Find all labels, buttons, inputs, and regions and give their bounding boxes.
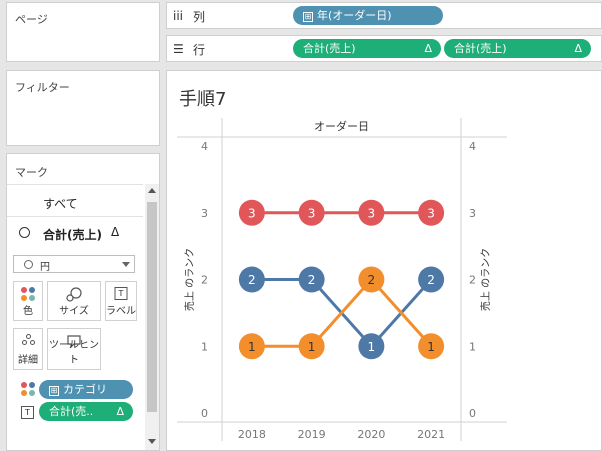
x-tick-label: 2018: [238, 428, 266, 441]
category-color-pill[interactable]: ⊞ カテゴリ: [39, 380, 133, 399]
scroll-down-icon[interactable]: [148, 439, 156, 444]
category-pill-label: カテゴリ: [63, 383, 107, 396]
marks-measure-tab[interactable]: 合計(売上) Δ: [7, 216, 143, 248]
radio-icon[interactable]: [19, 227, 30, 238]
marks-panel[interactable]: マーク すべて 合計(売上) Δ 円 色 サイズ T ラベル 詳細 ツールヒント…: [6, 153, 160, 451]
pages-panel[interactable]: ページ: [6, 2, 160, 62]
rank-data-label: 3: [308, 206, 316, 220]
y-tick-right: 4: [469, 140, 476, 153]
rows-label: 行: [193, 43, 206, 57]
marks-scrollbar[interactable]: [145, 184, 159, 450]
y-tick-right: 2: [469, 274, 476, 287]
rows-icon: ☰: [173, 42, 184, 56]
column-header-label: オーダー日: [314, 119, 369, 133]
mark-type-dropdown[interactable]: 円: [13, 255, 135, 273]
rank-data-label: 1: [248, 340, 256, 354]
scrollbar-thumb[interactable]: [147, 202, 157, 412]
color-dots-icon: [21, 287, 35, 301]
y-tick-right: 1: [469, 340, 476, 353]
text-icon: T: [114, 287, 128, 300]
mark-type-value: 円: [40, 262, 50, 273]
y-tick-right: 3: [469, 207, 476, 220]
rank-data-label: 2: [368, 273, 376, 287]
sales-rows-pill-1[interactable]: 合計(売上) Δ: [293, 39, 441, 58]
sales-pill-label: 合計(売上): [303, 42, 356, 55]
filters-title: フィルター: [15, 81, 70, 94]
sales-rows-pill-2[interactable]: 合計(売上) Δ: [444, 39, 591, 58]
x-tick-label: 2019: [298, 428, 326, 441]
marks-title: マーク: [15, 166, 48, 179]
x-tick-label: 2020: [357, 428, 385, 441]
filters-panel[interactable]: フィルター: [6, 70, 160, 146]
rank-data-label: 3: [427, 206, 435, 220]
size-button[interactable]: サイズ: [47, 281, 101, 321]
delta-icon: Δ: [111, 225, 120, 239]
circle-icon: [24, 260, 33, 269]
columns-shelf[interactable]: iii 列 ⊞ 年(オーダー日): [166, 2, 602, 29]
marks-all-tab[interactable]: すべて: [7, 184, 143, 216]
size-button-label: サイズ: [59, 306, 89, 317]
chart[interactable]: 3 3 3 3 2 2 1 2 1 1 2 1 オーダー日 0 0 1 1 2 2 3 3 4 4 売上 のランク 売上 のラ…: [167, 71, 601, 450]
text-icon: T: [21, 406, 34, 419]
rank-data-label: 1: [308, 340, 316, 354]
sales-label-pill-text: 合計(売..: [49, 405, 94, 418]
tooltip-button[interactable]: ツールヒント: [47, 328, 101, 370]
tooltip-button-label: ツールヒント: [49, 340, 99, 366]
rank-data-label: 3: [248, 206, 256, 220]
marks-all-label: すべて: [43, 197, 78, 211]
delta-icon: Δ: [574, 42, 582, 55]
detail-button-label: 詳細: [18, 355, 38, 366]
y-tick-left: 4: [201, 140, 208, 153]
y-tick-left: 0: [201, 407, 208, 420]
color-button-label: 色: [23, 306, 33, 317]
scroll-up-icon[interactable]: [148, 188, 156, 193]
sales-label-pill[interactable]: 合計(売.. Δ: [39, 402, 133, 421]
detail-button[interactable]: 詳細: [13, 328, 43, 370]
detail-dots-icon: [22, 334, 35, 346]
worksheet-view[interactable]: 手順7 333322121121 オーダー日 0 0 1 1 2 2 3 3 4 4 売上 のランク売…: [166, 70, 602, 451]
y-tick-right: 0: [469, 407, 476, 420]
y-axis-title-left: 売上 のランク: [183, 248, 196, 311]
delta-icon: Δ: [424, 42, 432, 55]
year-pill-label: 年(オーダー日): [317, 9, 392, 22]
rank-data-label: 3: [368, 206, 376, 220]
rank-data-label: 1: [427, 340, 435, 354]
color-button[interactable]: 色: [13, 281, 43, 321]
rank-data-label: 2: [248, 273, 256, 287]
y-tick-left: 2: [201, 274, 208, 287]
rank-data-label: 1: [368, 340, 376, 354]
y-tick-left: 1: [201, 340, 208, 353]
size-icon: [66, 287, 82, 302]
columns-label: 列: [193, 10, 206, 24]
pages-title: ページ: [15, 13, 48, 26]
rank-data-label: 2: [308, 273, 316, 287]
year-order-date-pill[interactable]: ⊞ 年(オーダー日): [293, 6, 443, 25]
plus-box-icon: ⊞: [49, 386, 59, 396]
y-tick-left: 3: [201, 207, 208, 220]
marks-measure-label: 合計(売上): [43, 228, 102, 242]
chevron-down-icon[interactable]: [122, 262, 130, 267]
label-button-label: ラベル: [106, 306, 136, 317]
rows-shelf[interactable]: ☰ 行 合計(売上) Δ 合計(売上) Δ: [166, 35, 602, 62]
y-axis-title-right: 売上 のランク: [479, 248, 492, 311]
label-button[interactable]: T ラベル: [105, 281, 137, 321]
x-tick-label: 2021: [417, 428, 445, 441]
plus-box-icon: ⊞: [303, 12, 313, 22]
delta-icon: Δ: [116, 405, 124, 418]
color-dots-icon: [21, 382, 35, 396]
sales-pill-label: 合計(売上): [454, 42, 507, 55]
columns-icon: iii: [173, 9, 184, 23]
rank-data-label: 2: [427, 273, 435, 287]
